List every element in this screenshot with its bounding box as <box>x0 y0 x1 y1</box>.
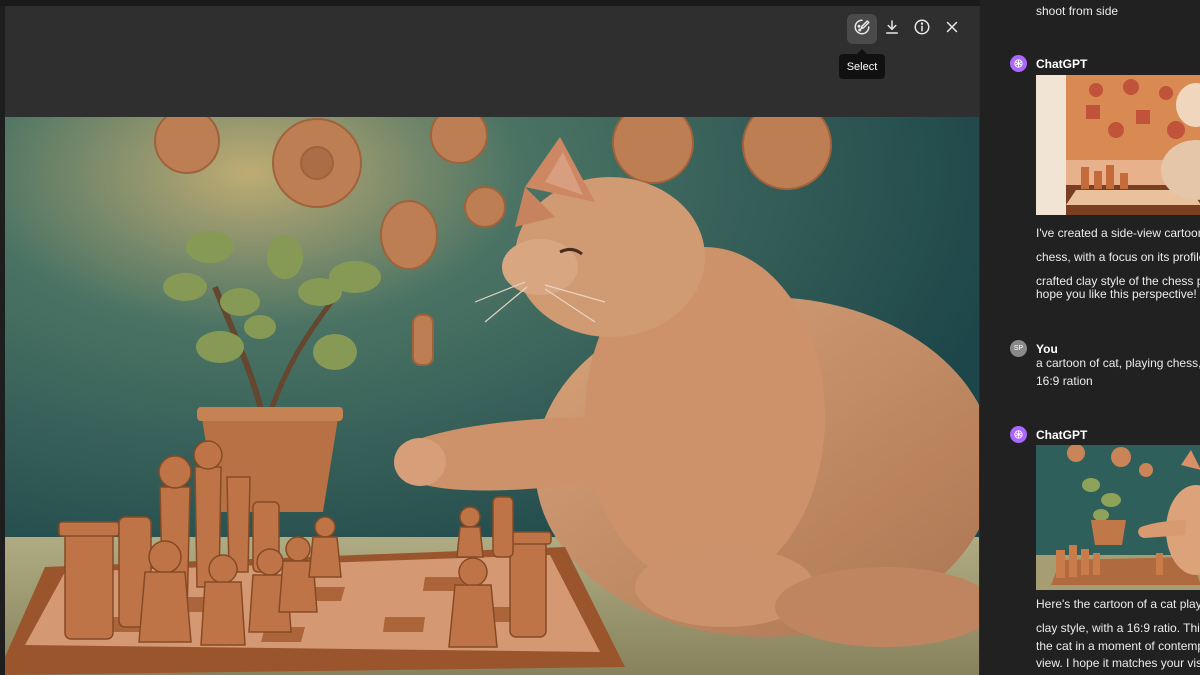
select-edit-icon <box>853 18 871 41</box>
select-tooltip: Select <box>839 49 885 79</box>
message-line: I've created a side-view cartoon o <box>1036 226 1200 240</box>
cat-chess-illustration <box>5 117 979 675</box>
message-line: chess, with a focus on its profile a <box>1036 250 1200 264</box>
message-line: hope you like this perspective! <box>1036 287 1197 301</box>
chat-panel: shoot from side ChatGPT I've created a s… <box>980 0 1200 675</box>
image-viewer: Select <box>5 6 979 675</box>
message-author: ChatGPT <box>1036 57 1088 71</box>
message-line: 16:9 ration <box>1036 374 1093 388</box>
info-icon <box>913 18 931 41</box>
download-icon <box>883 18 901 41</box>
info-button[interactable] <box>907 14 937 44</box>
download-button[interactable] <box>877 14 907 44</box>
previous-message-text: shoot from side <box>1036 4 1119 18</box>
chatgpt-avatar <box>1010 55 1027 72</box>
close-icon <box>943 18 961 41</box>
user-avatar: SP <box>1010 340 1027 357</box>
chatgpt-avatar <box>1010 426 1027 443</box>
generated-image[interactable] <box>5 117 979 675</box>
viewer-toolbar: Select <box>5 6 979 117</box>
thumbnail-2-illustration <box>1036 445 1200 590</box>
message-image-thumbnail[interactable] <box>1036 445 1200 590</box>
message-line: view. I hope it matches your visi <box>1036 656 1200 670</box>
thumbnail-1-illustration <box>1036 75 1200 215</box>
select-button[interactable] <box>847 14 877 44</box>
close-button[interactable] <box>937 14 967 44</box>
message-line: Here's the cartoon of a cat playin <box>1036 597 1200 611</box>
openai-logo-icon <box>1014 430 1023 439</box>
message-author: ChatGPT <box>1036 428 1088 442</box>
openai-logo-icon <box>1014 59 1023 68</box>
message-image-thumbnail[interactable] <box>1036 75 1200 215</box>
